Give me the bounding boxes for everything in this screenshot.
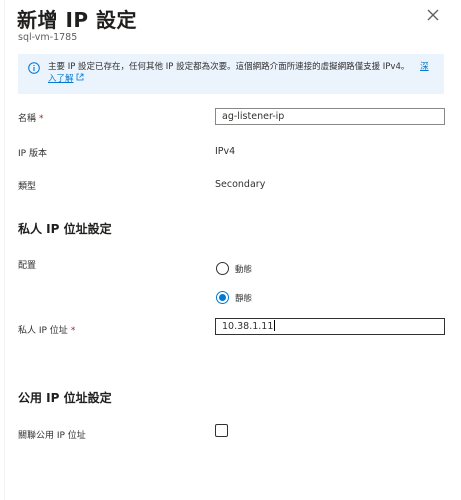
private-ip-value: 10.38.1.11 — [222, 321, 274, 332]
radio-dynamic-label: 動態 — [235, 264, 253, 275]
allocation-label: 配置 — [18, 261, 37, 271]
private-ip-section-title: 私人 IP 位址設定 — [18, 222, 112, 236]
private-ip-label: 私人 IP 位址 * — [18, 323, 75, 336]
associate-public-ip-checkbox[interactable] — [215, 424, 228, 437]
name-label: 名稱 * — [18, 111, 44, 124]
info-message-text: 主要 IP 設定已存在，任何其他 IP 設定都為次要。這個網路介面所連接的虛擬網… — [48, 62, 410, 72]
required-mark: * — [39, 114, 44, 124]
info-icon — [28, 62, 40, 74]
required-mark: * — [70, 326, 76, 336]
left-edge-divider — [0, 0, 5, 500]
name-input[interactable]: ag-listener-ip — [215, 108, 445, 125]
ip-version-value: IPv4 — [215, 146, 236, 157]
radio-static[interactable]: 靜態 — [216, 291, 252, 304]
name-label-text: 名稱 — [18, 114, 37, 124]
public-ip-section-title: 公用 IP 位址設定 — [18, 391, 112, 405]
private-ip-input[interactable]: 10.38.1.11 — [215, 318, 445, 335]
ip-version-label: IP 版本 — [18, 149, 47, 159]
radio-dynamic-circle[interactable] — [216, 262, 229, 275]
external-link-icon — [76, 73, 83, 81]
type-value: Secondary — [215, 179, 266, 190]
close-icon[interactable] — [426, 8, 440, 22]
radio-static-circle[interactable] — [216, 291, 229, 304]
info-message-bar: 主要 IP 設定已存在，任何其他 IP 設定都為次要。這個網路介面所連接的虛擬網… — [18, 54, 444, 94]
panel-subtitle: sql-vm-1785 — [18, 32, 78, 43]
private-ip-label-text: 私人 IP 位址 — [18, 326, 68, 336]
type-label: 類型 — [18, 182, 37, 192]
radio-dynamic[interactable]: 動態 — [216, 262, 252, 275]
panel-title: 新增 IP 設定 — [17, 8, 138, 32]
text-caret — [274, 320, 276, 331]
associate-public-ip-label: 關聯公用 IP 位址 — [18, 431, 86, 441]
radio-static-label: 靜態 — [235, 293, 253, 304]
